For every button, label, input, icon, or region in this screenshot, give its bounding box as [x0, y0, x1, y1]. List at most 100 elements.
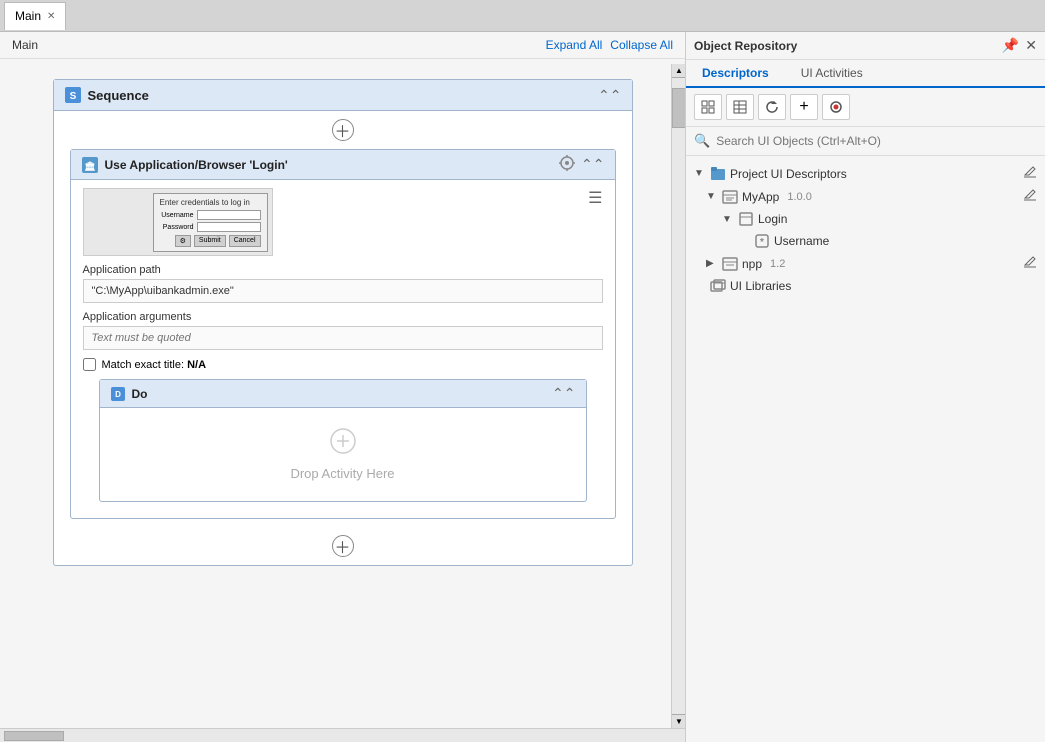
- app-args-label: Application arguments: [83, 311, 603, 323]
- do-icon: D: [110, 386, 126, 402]
- password-input-preview: [197, 222, 261, 232]
- record-button[interactable]: [822, 94, 850, 120]
- grid-add-icon: [701, 100, 715, 114]
- npp-action[interactable]: [1023, 255, 1037, 272]
- dialog-submit-btn: Submit: [194, 235, 226, 247]
- tree-root[interactable]: ▼ Project UI Descriptors: [686, 162, 1045, 185]
- login-icon: [738, 211, 754, 227]
- right-toolbar: +: [686, 88, 1045, 127]
- use-app-settings-icon[interactable]: [559, 155, 575, 174]
- app-dialog-preview: Enter credentials to log in Username Pas…: [153, 193, 268, 252]
- tab-descriptors[interactable]: Descriptors: [686, 60, 785, 88]
- use-app-label: Use Application/Browser 'Login': [105, 158, 288, 172]
- sequence-collapse-button[interactable]: ⌃⌃: [598, 87, 621, 104]
- do-header: D Do ⌃⌃: [100, 380, 586, 408]
- root-chevron[interactable]: ▼: [694, 168, 706, 179]
- record-icon: [829, 100, 843, 114]
- dialog-title: Enter credentials to log in: [160, 198, 261, 207]
- match-title-label: Match exact title: N/A: [102, 359, 207, 371]
- object-repository-title: Object Repository: [694, 39, 797, 53]
- do-label: Do: [132, 387, 148, 401]
- username-label: Username: [774, 234, 829, 248]
- sequence-label: Sequence: [88, 88, 149, 103]
- add-btn-top-row: ＋: [54, 111, 632, 149]
- app-args-section: Application arguments: [83, 311, 603, 350]
- login-chevron[interactable]: ▼: [722, 214, 734, 225]
- horizontal-scrollbar[interactable]: [0, 728, 685, 742]
- myapp-icon: [722, 189, 738, 205]
- pin-icon[interactable]: 📌: [1002, 37, 1019, 54]
- app-args-input[interactable]: [83, 326, 603, 350]
- add-new-button[interactable]: +: [790, 94, 818, 120]
- collapse-all-button[interactable]: Collapse All: [610, 38, 673, 52]
- app-path-input[interactable]: [83, 279, 603, 303]
- sequence-icon: S: [64, 86, 82, 104]
- tab-close-icon[interactable]: ✕: [47, 11, 55, 22]
- ui-libraries-icon: [710, 278, 726, 294]
- table-view-button[interactable]: [726, 94, 754, 120]
- dialog-buttons: ⚙ Submit Cancel: [160, 235, 261, 247]
- match-title-row: Match exact title: N/A: [83, 358, 603, 371]
- table-icon: [733, 100, 747, 114]
- hamburger-menu-button[interactable]: ☰: [588, 188, 602, 208]
- crosshair-icon: [559, 155, 575, 171]
- add-descriptor-button[interactable]: [694, 94, 722, 120]
- scroll-up-button[interactable]: ▲: [672, 64, 685, 78]
- password-row: Password: [160, 222, 261, 232]
- scroll-down-button[interactable]: ▼: [672, 714, 685, 728]
- svg-text:*: *: [760, 237, 764, 248]
- myapp-chevron[interactable]: ▼: [706, 191, 718, 202]
- tree-myapp[interactable]: ▼ MyApp 1.0.0: [686, 185, 1045, 208]
- npp-chevron[interactable]: ▶: [706, 258, 718, 269]
- do-title: D Do: [110, 386, 148, 402]
- drop-activity-text: Drop Activity Here: [290, 466, 394, 481]
- tab-ui-activities[interactable]: UI Activities: [785, 60, 879, 86]
- use-app-block: 🏛 Use Application/Browser 'Login': [70, 149, 616, 519]
- use-app-body: UiBank Enter credentials to log in Usern…: [71, 180, 615, 518]
- close-panel-icon[interactable]: ✕: [1025, 37, 1037, 54]
- tree-username[interactable]: ▶ * Username: [686, 230, 1045, 252]
- search-input[interactable]: [716, 134, 1037, 148]
- expand-all-button[interactable]: Expand All: [546, 38, 603, 52]
- username-row: Username: [160, 210, 261, 220]
- myapp-action[interactable]: [1023, 188, 1037, 205]
- username-label: Username: [160, 212, 194, 219]
- app-screenshot-row: UiBank Enter credentials to log in Usern…: [83, 188, 603, 256]
- add-activity-bottom-button[interactable]: ＋: [332, 535, 354, 557]
- do-collapse-button[interactable]: ⌃⌃: [552, 385, 575, 402]
- username-field-icon: *: [754, 233, 770, 249]
- right-header-icons: 📌 ✕: [1002, 37, 1037, 54]
- drop-plus-icon: [330, 428, 356, 460]
- tree-npp[interactable]: ▶ npp 1.2: [686, 252, 1045, 275]
- use-app-header: 🏛 Use Application/Browser 'Login': [71, 150, 615, 180]
- match-title-checkbox[interactable]: [83, 358, 96, 371]
- left-toolbar: Main Expand All Collapse All: [0, 32, 685, 59]
- tree-ui-libraries[interactable]: ▶ UI Libraries: [686, 275, 1045, 297]
- tree-area: ▼ Project UI Descriptors ▼: [686, 156, 1045, 742]
- project-descriptor-action[interactable]: [1023, 165, 1037, 182]
- vertical-scrollbar[interactable]: ▲ ▼: [671, 64, 685, 728]
- scroll-track[interactable]: [672, 78, 685, 714]
- npp-label: npp: [742, 257, 762, 271]
- tree-login[interactable]: ▼ Login: [686, 208, 1045, 230]
- main-layout: Main Expand All Collapse All S Sequence: [0, 32, 1045, 742]
- canvas-area[interactable]: S Sequence ⌃⌃ ＋: [0, 59, 685, 728]
- search-icon: 🔍: [694, 133, 710, 149]
- main-tab[interactable]: Main ✕: [4, 2, 66, 30]
- add-btn-bottom-row: ＋: [54, 527, 632, 565]
- horizontal-scroll-thumb[interactable]: [4, 731, 64, 741]
- project-descriptor-label: Project UI Descriptors: [730, 167, 847, 181]
- password-label: Password: [160, 224, 194, 231]
- right-panel-header: Object Repository 📌 ✕: [686, 32, 1045, 60]
- sequence-block: S Sequence ⌃⌃ ＋: [53, 79, 633, 566]
- match-title-value: N/A: [187, 359, 206, 371]
- refresh-button[interactable]: [758, 94, 786, 120]
- svg-text:🏛: 🏛: [84, 160, 95, 171]
- use-app-collapse-button[interactable]: ⌃⌃: [581, 156, 604, 173]
- myapp-version: 1.0.0: [787, 191, 811, 203]
- scroll-thumb[interactable]: [672, 88, 685, 128]
- dialog-settings-btn: ⚙: [175, 235, 191, 247]
- add-activity-top-button[interactable]: ＋: [332, 119, 354, 141]
- use-app-icon: 🏛: [81, 156, 99, 174]
- do-body[interactable]: Drop Activity Here: [100, 408, 586, 501]
